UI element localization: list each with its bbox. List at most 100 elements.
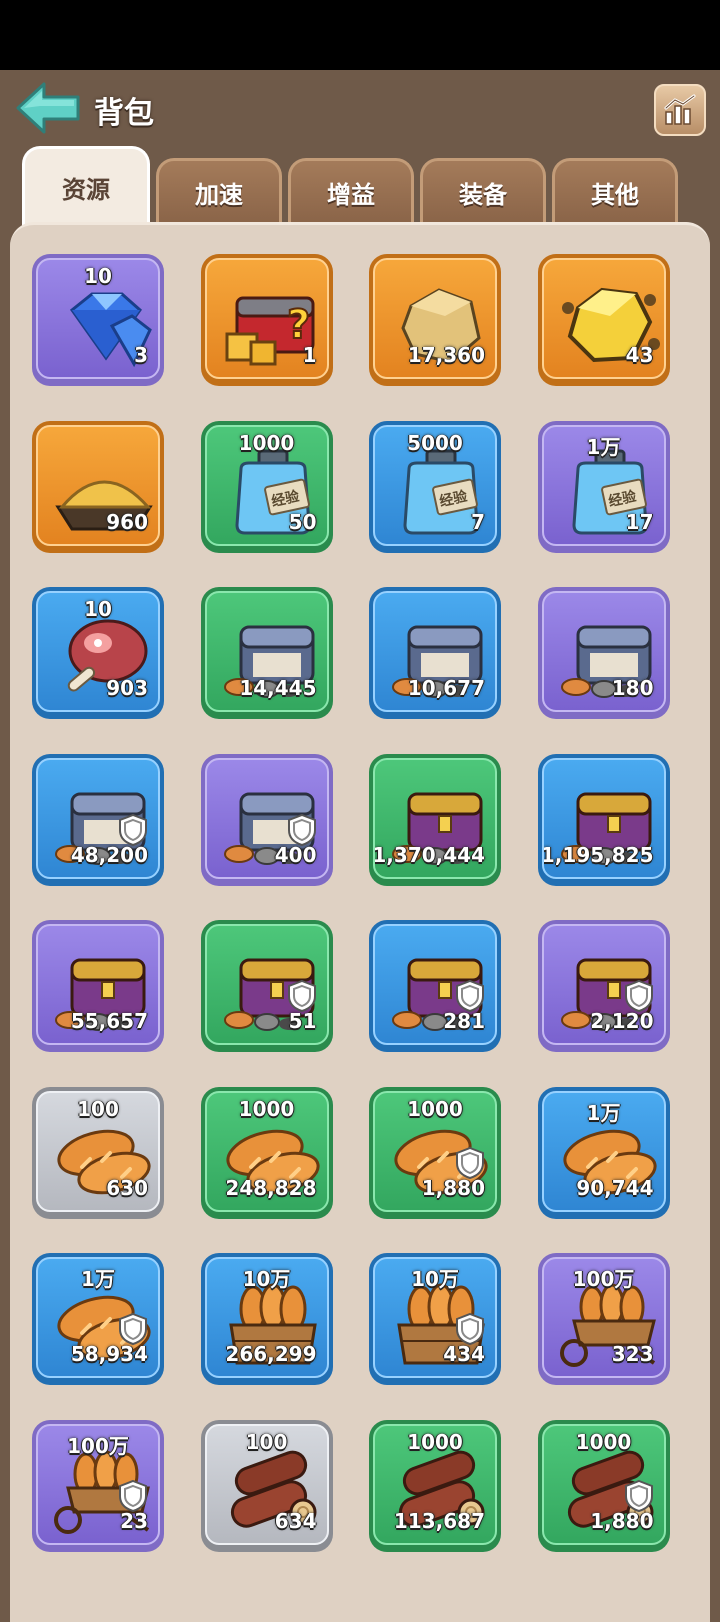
inventory-item[interactable]: 1万 90,744 xyxy=(537,1086,670,1219)
item-amount-label: 1000 xyxy=(407,1096,463,1121)
inventory-item[interactable]: 10 903 xyxy=(32,587,164,719)
inventory-item[interactable]: 1000 1,880 xyxy=(537,1419,670,1552)
item-amount-label: 10 xyxy=(84,264,112,288)
tab-boosts[interactable]: 增益 xyxy=(288,158,414,224)
inventory-item[interactable]: 281 xyxy=(369,920,501,1052)
item-count: 17 xyxy=(625,509,654,534)
inventory-item[interactable]: 100万 23 xyxy=(32,1419,164,1552)
inventory-item[interactable]: 17,360 xyxy=(369,254,501,386)
inventory-item[interactable]: 1000 248,828 xyxy=(200,1086,333,1219)
item-background: 100万 23 xyxy=(36,1423,160,1545)
inventory-item[interactable]: 43 xyxy=(537,254,670,386)
item-amount-label: 1000 xyxy=(575,1429,632,1454)
inventory-item[interactable]: 1,370,444 xyxy=(369,753,501,886)
shield-icon xyxy=(118,813,148,847)
inventory-item[interactable]: 经验 5000 7 xyxy=(369,420,501,553)
item-count: 113,687 xyxy=(393,1508,485,1533)
item-amount-label: 10万 xyxy=(411,1267,459,1291)
item-background: 180 xyxy=(541,591,666,712)
item-background: ? 1 xyxy=(204,258,329,379)
item-background: 100万 323 xyxy=(541,1257,666,1378)
item-count: 51 xyxy=(288,1009,317,1033)
inventory-item[interactable]: 14,445 xyxy=(200,587,333,719)
item-background: 经验 1000 50 xyxy=(204,424,329,546)
item-background: 1000 248,828 xyxy=(204,1090,329,1212)
tab-speedups[interactable]: 加速 xyxy=(156,158,282,224)
item-count: 634 xyxy=(274,1508,317,1533)
item-background: 10,677 xyxy=(373,591,497,712)
item-count: 323 xyxy=(611,1342,654,1366)
inventory-item[interactable]: 1000 113,687 xyxy=(369,1419,501,1552)
inventory-item[interactable]: 51 xyxy=(200,920,333,1052)
shield-icon xyxy=(287,813,317,847)
item-count: 1,370,444 xyxy=(373,842,485,867)
inventory-item[interactable]: 400 xyxy=(200,753,333,886)
inventory-item[interactable]: 经验 1000 50 xyxy=(200,420,333,553)
inventory-item[interactable]: 经验 1万 17 xyxy=(537,420,670,553)
shield-icon xyxy=(118,1479,148,1513)
item-count: 14,445 xyxy=(239,676,317,700)
item-amount-label: 100万 xyxy=(572,1267,635,1291)
stats-button[interactable] xyxy=(654,84,706,136)
item-count: 50 xyxy=(288,509,317,534)
inventory-item[interactable]: 10 3 xyxy=(32,254,164,386)
item-count: 180 xyxy=(611,676,654,700)
item-background: 1000 1,880 xyxy=(373,1090,497,1212)
item-amount-label: 1000 xyxy=(407,1429,463,1454)
item-background: 100 630 xyxy=(36,1090,160,1212)
item-count: 17,360 xyxy=(407,343,485,367)
inventory-item[interactable]: 1万 58,934 xyxy=(32,1253,164,1385)
inventory-item[interactable]: 100万 323 xyxy=(537,1253,670,1385)
item-background: 1000 113,687 xyxy=(373,1423,497,1545)
inventory-item[interactable]: 10,677 xyxy=(369,587,501,719)
inventory-item[interactable]: 100 630 xyxy=(32,1086,164,1219)
shield-icon xyxy=(624,979,654,1013)
item-amount-label: 10万 xyxy=(242,1267,291,1291)
inventory-item[interactable]: 10万 266,299 xyxy=(200,1253,333,1385)
svg-text:?: ? xyxy=(287,302,310,348)
item-background: 1,195,825 xyxy=(541,757,666,879)
item-background: 2,120 xyxy=(541,924,666,1045)
tab-equipment[interactable]: 装备 xyxy=(420,158,546,224)
item-background: 10 903 xyxy=(36,591,160,712)
inventory-item[interactable]: 55,657 xyxy=(32,920,164,1052)
inventory-item[interactable]: 48,200 xyxy=(32,753,164,886)
item-count: 90,744 xyxy=(576,1175,654,1200)
shield-icon xyxy=(624,1479,654,1513)
tab-resources[interactable]: 资源 xyxy=(22,146,150,226)
inventory-item[interactable]: 100 634 xyxy=(200,1419,333,1552)
item-count: 43 xyxy=(625,343,654,367)
item-amount-label: 1万 xyxy=(81,1267,115,1291)
item-count: 400 xyxy=(274,842,317,867)
item-count: 55,657 xyxy=(70,1009,148,1033)
item-count: 434 xyxy=(443,1342,485,1366)
tab-other[interactable]: 其他 xyxy=(552,158,678,224)
item-count: 1,880 xyxy=(421,1175,485,1200)
item-count: 10,677 xyxy=(407,676,485,700)
item-amount-label: 1000 xyxy=(238,430,295,455)
item-count: 281 xyxy=(443,1009,485,1033)
item-background: 43 xyxy=(541,258,666,379)
tab-bar: 资源 加速 增益 装备 其他 xyxy=(22,146,698,226)
inventory-item[interactable]: 1,195,825 xyxy=(537,753,670,886)
item-count: 48,200 xyxy=(70,842,148,867)
item-count: 266,299 xyxy=(225,1342,317,1366)
item-amount-label: 1万 xyxy=(586,434,621,459)
item-background: 17,360 xyxy=(373,258,497,379)
back-button[interactable] xyxy=(14,80,82,136)
item-count: 960 xyxy=(106,509,148,534)
shield-icon xyxy=(455,1146,485,1180)
item-background: 经验 1万 17 xyxy=(541,424,666,546)
inventory-item[interactable]: 180 xyxy=(537,587,670,719)
inventory-item[interactable]: 960 xyxy=(32,420,164,553)
inventory-item[interactable]: 2,120 xyxy=(537,920,670,1052)
inventory-item[interactable]: 10万 434 xyxy=(369,1253,501,1385)
item-background: 51 xyxy=(204,924,329,1045)
item-background: 1万 58,934 xyxy=(36,1257,160,1378)
item-count: 3 xyxy=(134,343,148,367)
item-amount-label: 100 xyxy=(245,1429,288,1454)
item-background: 48,200 xyxy=(36,757,160,879)
item-count: 7 xyxy=(471,509,485,534)
inventory-item[interactable]: 1000 1,880 xyxy=(369,1086,501,1219)
inventory-item[interactable]: ? 1 xyxy=(200,254,333,386)
